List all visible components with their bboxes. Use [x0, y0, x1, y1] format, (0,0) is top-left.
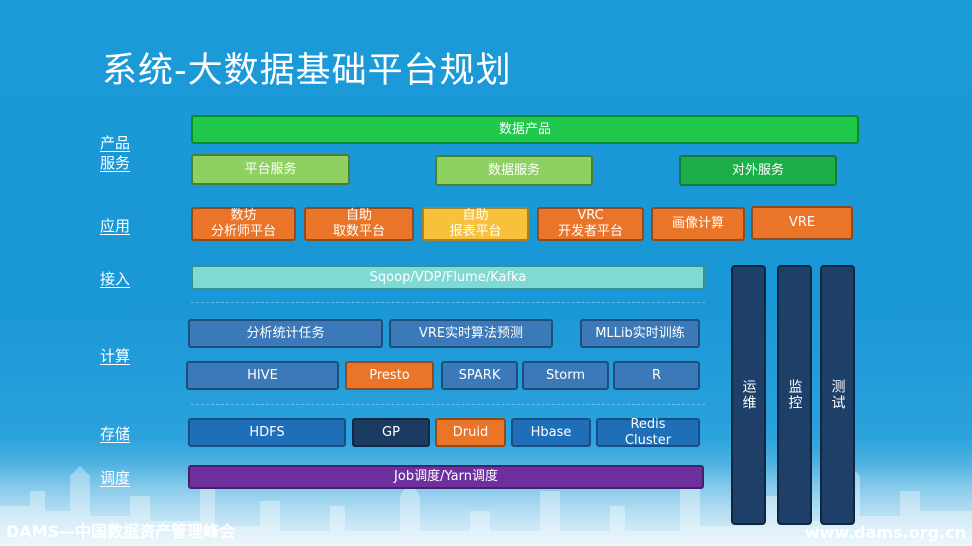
label-app: 应用 [100, 217, 131, 235]
platform-service-box: 平台服务 [191, 154, 350, 185]
storage-gp: GP [352, 418, 430, 447]
app-vrc-developer-platform: VRC 开发者平台 [537, 207, 644, 241]
data-product-box: 数据产品 [191, 115, 859, 144]
monitor-bar: 监控 [777, 265, 812, 525]
app-vrc-line1: VRC [577, 208, 604, 223]
data-service-box: 数据服务 [435, 155, 593, 186]
access-pipeline-box: Sqoop/VDP/Flume/Kafka [191, 265, 705, 290]
compute-hive: HIVE [186, 361, 339, 390]
app-fetch-line1: 自助 [345, 208, 372, 223]
schedule-box: Job调度/Yarn调度 [188, 465, 704, 489]
external-service-box: 对外服务 [679, 155, 837, 186]
page-title: 系统-大数据基础平台规划 [102, 51, 512, 91]
ops-bar-label: 运维 [740, 379, 757, 411]
app-vrc-line2: 开发者平台 [557, 224, 623, 239]
compute-vre-realtime: VRE实时算法预测 [389, 319, 553, 348]
label-schedule: 调度 [100, 469, 131, 487]
ops-bar: 运维 [731, 265, 766, 525]
footer-website[interactable]: www.dams.org.cn [805, 523, 966, 542]
label-storage: 存储 [100, 425, 131, 443]
compute-spark: SPARK [441, 361, 518, 390]
app-analyst-line1: 数坊 [230, 208, 257, 223]
compute-analysis-task: 分析统计任务 [188, 319, 383, 348]
compute-presto: Presto [345, 361, 434, 390]
label-product-line1: 产品 [100, 134, 131, 152]
storage-hbase: Hbase [511, 418, 591, 447]
compute-storm: Storm [522, 361, 609, 390]
app-self-report-platform: 自助 报表平台 [422, 207, 529, 241]
label-access: 接入 [100, 270, 131, 288]
test-bar: 测试 [820, 265, 855, 525]
monitor-bar-label: 监控 [786, 379, 803, 411]
separator-access [191, 302, 705, 303]
redis-line2: Cluster [624, 432, 672, 448]
compute-r: R [613, 361, 700, 390]
redis-line1: Redis [630, 416, 666, 432]
app-vre: VRE [751, 206, 853, 240]
app-report-line2: 报表平台 [449, 224, 502, 239]
app-fetch-line2: 取数平台 [332, 224, 385, 239]
test-bar-label: 测试 [829, 379, 846, 411]
label-compute: 计算 [100, 347, 131, 365]
storage-druid: Druid [435, 418, 506, 447]
app-analyst-platform: 数坊 分析师平台 [191, 207, 296, 241]
footer-conference-name: DAMS—中国数据资产管理峰会 [6, 522, 236, 541]
storage-redis-cluster: Redis Cluster [596, 416, 700, 448]
label-product-line2: 服务 [100, 154, 131, 172]
app-profile-compute: 画像计算 [651, 207, 745, 241]
app-analyst-line2: 分析师平台 [210, 224, 276, 239]
app-report-line1: 自助 [462, 208, 489, 223]
app-self-fetch-platform: 自助 取数平台 [304, 207, 414, 241]
compute-mllib-training: MLLib实时训练 [580, 319, 700, 348]
separator-compute [191, 404, 705, 405]
storage-hdfs: HDFS [188, 418, 346, 447]
